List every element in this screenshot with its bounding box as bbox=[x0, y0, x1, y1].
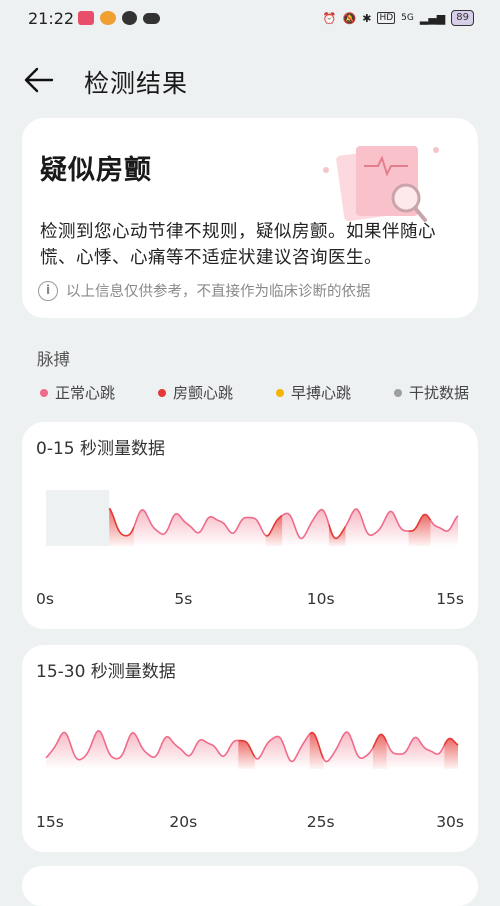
legend-dot-normal bbox=[40, 388, 48, 397]
interference-block bbox=[46, 490, 110, 546]
battery-icon: 89 bbox=[451, 10, 474, 26]
pulse-section-label: 脉搏 bbox=[37, 350, 70, 369]
x-tick-label: 0s bbox=[36, 590, 54, 608]
status-time: 21:22 bbox=[28, 9, 75, 28]
afib-segment-area bbox=[238, 740, 255, 769]
normal-segment-area bbox=[345, 509, 409, 546]
legend-label-normal: 正常心跳 bbox=[55, 384, 116, 402]
normal-segment-area bbox=[46, 730, 239, 769]
x-tick-label: 30s bbox=[436, 813, 464, 831]
legend-item-premature: 早搏心跳 bbox=[276, 382, 351, 403]
legend-item-normal: 正常心跳 bbox=[40, 382, 115, 403]
disclaimer-text: 以上信息仅供参考，不直接作为临床诊断的依据 bbox=[66, 284, 371, 300]
bluetooth-icon: ✱ bbox=[362, 11, 372, 25]
legend: 正常心跳 房颤心跳 早搏心跳 干扰数据 bbox=[40, 382, 480, 404]
afib-segment-area bbox=[265, 515, 283, 546]
page-title: 检测结果 bbox=[84, 69, 189, 98]
hd-icon: HD bbox=[377, 12, 396, 24]
legend-label-interference: 干扰数据 bbox=[409, 384, 470, 402]
signal-icon: ▂▄▆ bbox=[419, 11, 446, 25]
network-label: 5G bbox=[401, 13, 414, 23]
pulse-waveform-chart: 15s 20s 25s 30s bbox=[36, 729, 464, 831]
chart-card-0-15s: 0-15 秒测量数据 0s 5s 10s 15s bbox=[22, 422, 478, 629]
afib-segment-area bbox=[328, 524, 346, 546]
result-card: 疑似房颤 检测到您心动节律不规则，疑似房颤。如果伴随心慌、心悸、心痛等不适症状建… bbox=[22, 118, 478, 318]
x-tick-label: 25s bbox=[307, 813, 335, 831]
status-right: ⏰ 🔕 ✱ HD 5G ▂▄▆ 89 bbox=[323, 10, 474, 26]
info-icon: i bbox=[38, 280, 58, 301]
legend-item-afib: 房颤心跳 bbox=[158, 382, 233, 403]
legend-dot-premature bbox=[276, 388, 284, 397]
x-tick-label: 15s bbox=[436, 590, 464, 608]
afib-segment-area bbox=[372, 734, 387, 769]
legend-label-afib: 房颤心跳 bbox=[173, 384, 234, 402]
x-tick-label: 5s bbox=[174, 590, 192, 608]
disclaimer: i 以上信息仅供参考，不直接作为临床诊断的依据 bbox=[38, 280, 371, 301]
mute-icon: 🔕 bbox=[342, 11, 357, 25]
legend-label-premature: 早搏心跳 bbox=[291, 384, 352, 402]
pulse-waveform-chart: 0s 5s 10s 15s bbox=[36, 490, 464, 608]
cloud-icon bbox=[143, 13, 160, 24]
header: 检测结果 bbox=[0, 50, 500, 110]
next-card-partial bbox=[22, 866, 478, 906]
alarm-icon: ⏰ bbox=[322, 11, 337, 25]
chart-card-15-30s: 15-30 秒测量数据 15s 20s 25s 30s bbox=[22, 645, 478, 852]
result-title: 疑似房颤 bbox=[40, 155, 152, 186]
weibo-icon bbox=[122, 11, 137, 25]
x-tick-label: 15s bbox=[36, 813, 64, 831]
legend-dot-afib bbox=[158, 388, 166, 397]
app-notification-icon bbox=[78, 11, 94, 25]
result-description: 检测到您心动节律不规则，疑似房颤。如果伴随心慌、心悸、心痛等不适症状建议咨询医生… bbox=[40, 222, 436, 268]
normal-segment-area bbox=[323, 732, 373, 769]
status-left-icons bbox=[78, 11, 160, 25]
legend-item-interference: 干扰数据 bbox=[394, 382, 469, 403]
status-bar: 21:22 ⏰ 🔕 ✱ HD 5G ▂▄▆ 89 bbox=[0, 0, 500, 38]
heart-rhythm-search-illustration bbox=[323, 146, 439, 222]
back-arrow-icon[interactable] bbox=[22, 63, 56, 97]
heart-app-icon bbox=[100, 11, 116, 25]
x-tick-label: 10s bbox=[307, 590, 335, 608]
legend-dot-interference bbox=[394, 388, 402, 397]
x-tick-label: 20s bbox=[169, 813, 197, 831]
